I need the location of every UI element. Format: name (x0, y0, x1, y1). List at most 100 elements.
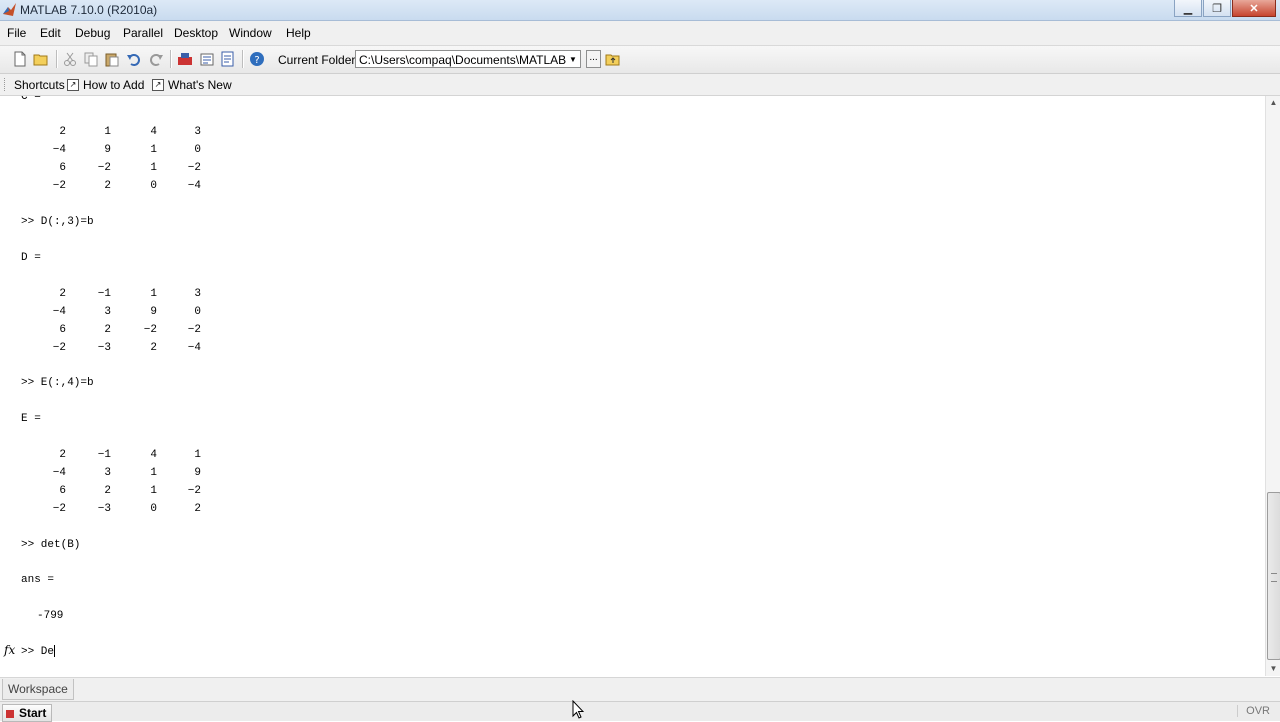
ovr-indicator: OVR (1237, 705, 1270, 717)
chevron-down-icon[interactable]: ▼ (566, 51, 580, 67)
undo-icon[interactable] (126, 51, 142, 67)
matrix-cell: −2 (52, 342, 66, 354)
window-controls: ▁ ❐ ✕ (1173, 0, 1276, 18)
matrix-cell: 2 (194, 503, 201, 515)
guide-icon[interactable] (199, 51, 215, 67)
matrix-cell: 2 (150, 342, 157, 354)
matrix-cell: −2 (52, 503, 66, 515)
toolbar-grip[interactable] (4, 78, 8, 91)
matrix-cell: 4 (150, 126, 157, 138)
svg-text:?: ? (254, 55, 259, 66)
matrix-cell: −2 (52, 180, 66, 192)
redo-icon[interactable] (148, 51, 164, 67)
paste-icon[interactable] (104, 51, 120, 67)
browse-folder-button[interactable]: ... (586, 50, 601, 68)
command-line: >> D(:,3)=b (21, 216, 94, 228)
menu-edit[interactable]: Edit (40, 26, 61, 40)
fx-function-browser-icon[interactable]: fx (4, 643, 15, 657)
folder-up-icon[interactable] (605, 51, 621, 67)
help-icon[interactable]: ? (249, 51, 265, 67)
matrix-cell: −2 (97, 162, 111, 174)
vertical-scrollbar[interactable]: ▲ ▼ (1265, 96, 1280, 676)
matrix-cell: 4 (150, 449, 157, 461)
open-folder-icon[interactable] (33, 51, 49, 67)
matrix-cell: 1 (194, 449, 201, 461)
menu-help[interactable]: Help (286, 26, 311, 40)
menu-desktop[interactable]: Desktop (174, 26, 218, 40)
current-folder-select[interactable]: C:\Users\compaq\Documents\MATLAB ▼ (355, 50, 581, 68)
ans-value: -799 (37, 610, 64, 622)
shortcut-how-to-add[interactable]: How to Add (83, 78, 144, 92)
scroll-up-icon[interactable]: ▲ (1266, 96, 1280, 110)
matrix-cell: 0 (150, 180, 157, 192)
menu-file[interactable]: File (7, 26, 26, 40)
matrix-cell: 2 (104, 180, 111, 192)
matrix-cell: 2 (59, 126, 66, 138)
matrix-cell: 2 (59, 449, 66, 461)
profiler-icon[interactable] (220, 51, 236, 67)
menu-window[interactable]: Window (229, 26, 272, 40)
minimize-button[interactable]: ▁ (1174, 0, 1202, 17)
prompt-text: >> De (21, 646, 55, 658)
command-window[interactable]: C = 2 1 4 3 −4 9 1 0 6 −2 1 −2 −2 2 0 −4 >> D(:,3)=b D … (0, 96, 1264, 676)
shortcuts-bar: Shortcuts ↗ How to Add ↗ What's New (0, 74, 1280, 96)
title-bar: MATLAB 7.10.0 (R2010a) ▁ ❐ ✕ (0, 0, 1280, 21)
thumb-grip (1271, 573, 1277, 582)
current-folder-label: Current Folder: (278, 53, 359, 67)
menu-debug[interactable]: Debug (75, 26, 110, 40)
shortcuts-label[interactable]: Shortcuts (14, 78, 65, 92)
shortcut-icon: ↗ (67, 79, 79, 91)
start-label: Start (19, 706, 47, 720)
shortcut-whats-new[interactable]: What's New (168, 78, 232, 92)
matrix-cell: 9 (194, 467, 201, 479)
command-line: >> det(B) (21, 539, 81, 551)
close-button[interactable]: ✕ (1232, 0, 1276, 17)
text-caret (54, 645, 56, 658)
matrix-cell: −1 (97, 288, 111, 300)
simulink-icon[interactable] (177, 51, 193, 67)
matrix-cell: 3 (194, 288, 201, 300)
copy-icon[interactable] (83, 51, 99, 67)
matrix-cell: 1 (150, 288, 157, 300)
scroll-down-icon[interactable]: ▼ (1266, 662, 1280, 676)
current-folder-value: C:\Users\compaq\Documents\MATLAB (359, 53, 567, 67)
matlab-logo-icon (3, 3, 16, 16)
matrix-cell: 3 (104, 306, 111, 318)
matrix-cell: −1 (97, 449, 111, 461)
menu-bar: File Edit Debug Parallel Desktop Window … (0, 21, 1280, 46)
output-label-e: E = (21, 413, 41, 425)
matrix-cell: 1 (150, 467, 157, 479)
mouse-cursor-icon (572, 700, 584, 719)
matrix-cell: 1 (150, 485, 157, 497)
matlab-start-icon (6, 709, 14, 718)
matrix-cell: 9 (150, 306, 157, 318)
matrix-cell: 2 (104, 324, 111, 336)
toolbar-separator (242, 50, 244, 68)
status-bar: Start OVR (0, 701, 1280, 722)
start-button[interactable]: Start (2, 704, 53, 722)
matrix-cell: −3 (97, 342, 111, 354)
matrix-cell: −4 (52, 144, 66, 156)
matrix-cell: −2 (187, 485, 201, 497)
matrix-cell: 3 (194, 126, 201, 138)
tab-workspace[interactable]: Workspace (2, 679, 74, 700)
matrix-cell: −4 (52, 306, 66, 318)
maximize-button[interactable]: ❐ (1203, 0, 1231, 17)
shortcut-icon: ↗ (152, 79, 164, 91)
output-label-ans: ans = (21, 574, 55, 586)
menu-parallel[interactable]: Parallel (123, 26, 163, 40)
matrix-cell: 0 (194, 144, 201, 156)
matrix-cell: 0 (150, 503, 157, 515)
matrix-cell: 6 (59, 162, 66, 174)
scrollbar-thumb[interactable] (1267, 492, 1280, 660)
matrix-cell: −2 (187, 162, 201, 174)
matrix-cell: −4 (52, 467, 66, 479)
new-file-icon[interactable] (12, 51, 28, 67)
matrix-cell: −4 (187, 342, 201, 354)
output-label-d: D = (21, 252, 41, 264)
command-line: >> E(:,4)=b (21, 377, 94, 389)
command-prompt-input[interactable]: >> De (21, 645, 56, 659)
cut-icon[interactable] (62, 51, 78, 67)
matrix-cell: 9 (104, 144, 111, 156)
matrix-cell: 2 (104, 485, 111, 497)
